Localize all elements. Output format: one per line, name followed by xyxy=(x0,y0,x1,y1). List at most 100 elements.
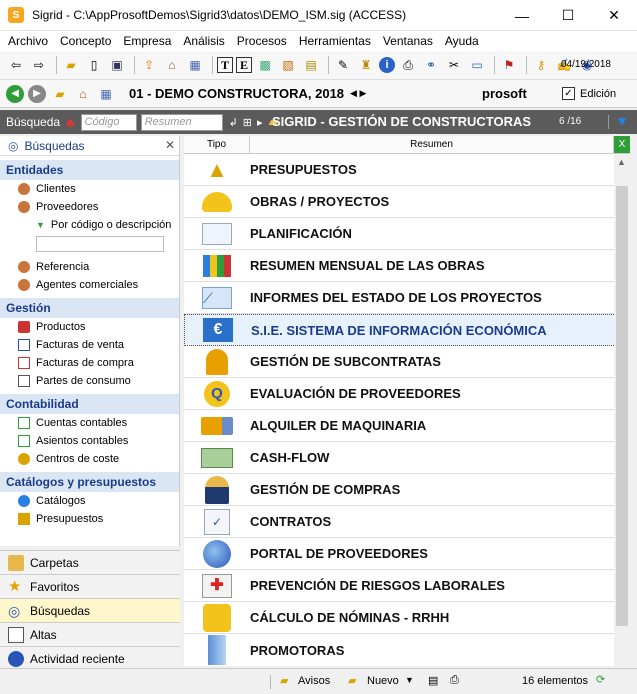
filter-icon[interactable]: ▼ xyxy=(615,113,629,129)
checkbox-icon[interactable]: ✓ xyxy=(562,87,575,100)
nav-altas[interactable]: Altas xyxy=(0,622,180,646)
data-icon[interactable]: ▦ xyxy=(96,84,116,104)
codigo-input[interactable]: Código xyxy=(80,113,137,131)
sidebar-item-facturas-venta[interactable]: Facturas de venta xyxy=(0,336,179,354)
company-nav-arrows[interactable]: ◀ ▶ xyxy=(350,88,366,99)
table-row[interactable]: GESTIÓN DE COMPRAS xyxy=(184,474,630,506)
text-t-icon[interactable]: T xyxy=(217,57,233,73)
house-icon[interactable]: ⌂ xyxy=(73,84,93,104)
scrollbar[interactable]: ▲ xyxy=(614,154,630,666)
new-document-icon[interactable]: ▯ xyxy=(84,55,104,75)
table-row[interactable]: GESTIÓN DE SUBCONTRATAS xyxy=(184,346,630,378)
printer-icon[interactable]: ⎙ xyxy=(398,55,418,75)
info-icon[interactable]: i xyxy=(379,57,395,73)
table-row[interactable]: PROMOTORAS xyxy=(184,634,630,666)
scroll-up-icon[interactable]: ▲ xyxy=(617,157,626,167)
first-aid-icon: ✚ xyxy=(202,573,232,598)
table-row[interactable]: ✚ PREVENCIÓN DE RIESGOS LABORALES xyxy=(184,570,630,602)
exit-icon[interactable]: ⚑ xyxy=(499,55,519,75)
lantern-icon[interactable]: ♜ xyxy=(356,55,376,75)
col-resumen[interactable]: Resumen xyxy=(250,136,614,153)
menu-empresa[interactable]: Empresa xyxy=(123,34,171,48)
sidebar-item-clientes[interactable]: Clientes xyxy=(0,180,179,198)
enter-icon[interactable]: ↲ xyxy=(229,116,238,129)
maximize-button[interactable]: ☐ xyxy=(545,0,591,31)
menu-concepto[interactable]: Concepto xyxy=(60,34,111,48)
print-icon[interactable]: ⎙ xyxy=(450,674,459,687)
excel-icon[interactable]: X xyxy=(614,136,630,153)
sidebar-item-facturas-compra[interactable]: Facturas de compra xyxy=(0,354,179,372)
nav-back-icon[interactable]: ◀ xyxy=(6,84,24,103)
edicion-checkbox[interactable]: ✓ Edición xyxy=(562,87,616,100)
text-e-icon[interactable]: E xyxy=(236,57,252,73)
nav-carpetas[interactable]: Carpetas xyxy=(0,550,180,574)
save-icon[interactable]: ▣ xyxy=(107,55,127,75)
edit-list-icon[interactable]: ✎ xyxy=(333,55,353,75)
resumen-input[interactable]: Resumen xyxy=(140,113,223,131)
sidebar-item-asientos[interactable]: Asientos contables xyxy=(0,432,179,450)
nav-favoritos[interactable]: ★ Favoritos xyxy=(0,574,180,598)
close-button[interactable]: ✕ xyxy=(591,0,637,31)
table-row[interactable]: CASH-FLOW xyxy=(184,442,630,474)
menu-ayuda[interactable]: Ayuda xyxy=(445,34,479,48)
col-tipo[interactable]: Tipo xyxy=(184,136,250,153)
por-codigo-input[interactable] xyxy=(36,236,164,252)
menu-herramientas[interactable]: Herramientas xyxy=(299,34,371,48)
network-icon[interactable]: ⚭ xyxy=(421,55,441,75)
back-icon[interactable]: ⇦ xyxy=(6,55,26,75)
table-row[interactable]: ✓ CONTRATOS xyxy=(184,506,630,538)
picture-icon[interactable]: ▩ xyxy=(255,55,275,75)
table-row[interactable]: OBRAS / PROYECTOS xyxy=(184,186,630,218)
menu-arrow-icon[interactable]: ▸ xyxy=(257,116,263,129)
image-edit-icon[interactable]: ▧ xyxy=(278,55,298,75)
menu-ventanas[interactable]: Ventanas xyxy=(383,34,433,48)
sidebar-item-centros[interactable]: Centros de coste xyxy=(0,450,179,468)
nuevo-button[interactable]: Nuevo xyxy=(367,675,399,687)
print-preview-icon[interactable]: ▤ xyxy=(301,55,321,75)
scroll-thumb[interactable] xyxy=(616,186,628,626)
menu-archivo[interactable]: Archivo xyxy=(8,34,48,48)
nav-actividad[interactable]: Actividad reciente xyxy=(0,646,180,670)
sidebar-item-catalogos[interactable]: Catálogos xyxy=(0,492,179,510)
open-folder-icon[interactable]: ▰ xyxy=(61,55,81,75)
refresh-icon[interactable]: ⟳ xyxy=(596,673,605,686)
expand-icon[interactable]: ⊞ xyxy=(243,116,252,129)
menu-analisis[interactable]: Análisis xyxy=(183,34,224,48)
avisos-button[interactable]: Avisos xyxy=(298,675,330,687)
person-icon xyxy=(18,201,30,213)
sidebar-item-partes[interactable]: Partes de consumo xyxy=(0,372,179,390)
folder-icon[interactable]: ▰ xyxy=(50,84,70,104)
table-row[interactable]: PLANIFICACIÓN xyxy=(184,218,630,250)
calendar-icon[interactable]: ▦ xyxy=(185,55,205,75)
sidebar-item-cuentas[interactable]: Cuentas contables xyxy=(0,414,179,432)
table-row[interactable]: ⟋ INFORMES DEL ESTADO DE LOS PROYECTOS xyxy=(184,282,630,314)
table-row[interactable]: Q EVALUACIÓN DE PROVEEDORES xyxy=(184,378,630,410)
forward-icon[interactable]: ⇨ xyxy=(29,55,49,75)
table-row[interactable]: CÁLCULO DE NÓMINAS - RRHH xyxy=(184,602,630,634)
table-row[interactable]: RESUMEN MENSUAL DE LAS OBRAS xyxy=(184,250,630,282)
table-row[interactable]: ALQUILER DE MAQUINARIA xyxy=(184,410,630,442)
close-panel-icon[interactable]: ✕ xyxy=(165,138,175,152)
nav-busquedas[interactable]: ◎ Búsquedas xyxy=(0,598,180,622)
archive-icon[interactable]: ▤ xyxy=(428,674,438,687)
home-icon[interactable]: ⌂ xyxy=(162,55,182,75)
table-row[interactable]: ▲ PRESUPUESTOS xyxy=(184,154,630,186)
key-icon[interactable]: ⚷ xyxy=(531,55,551,75)
contract-icon: ✓ xyxy=(204,508,230,535)
sidebar-item-presupuestos[interactable]: Presupuestos xyxy=(0,510,179,528)
import-icon[interactable]: ⇪ xyxy=(139,55,159,75)
sidebar-item-proveedores[interactable]: Proveedores xyxy=(0,198,179,216)
dropdown-icon[interactable]: ▼ xyxy=(405,675,414,685)
sidebar-item-productos[interactable]: Productos xyxy=(0,318,179,336)
sidebar-item-por-codigo[interactable]: ▼ Por código o descripción xyxy=(0,216,179,234)
window-icon[interactable]: ▭ xyxy=(467,55,487,75)
sidebar-item-agentes[interactable]: Agentes comerciales xyxy=(0,276,179,294)
table-row[interactable]: € S.I.E. SISTEMA DE INFORMACIÓN ECONÓMICA xyxy=(184,314,630,346)
tools-icon[interactable]: ✂ xyxy=(444,55,464,75)
search-alert-icon[interactable]: ♣ xyxy=(66,115,75,130)
sidebar-item-referencia[interactable]: Referencia xyxy=(0,258,179,276)
table-row[interactable]: PORTAL DE PROVEEDORES xyxy=(184,538,630,570)
minimize-button[interactable]: — xyxy=(499,0,545,31)
nav-forward-icon[interactable]: ▶ xyxy=(28,84,46,103)
menu-procesos[interactable]: Procesos xyxy=(237,34,287,48)
